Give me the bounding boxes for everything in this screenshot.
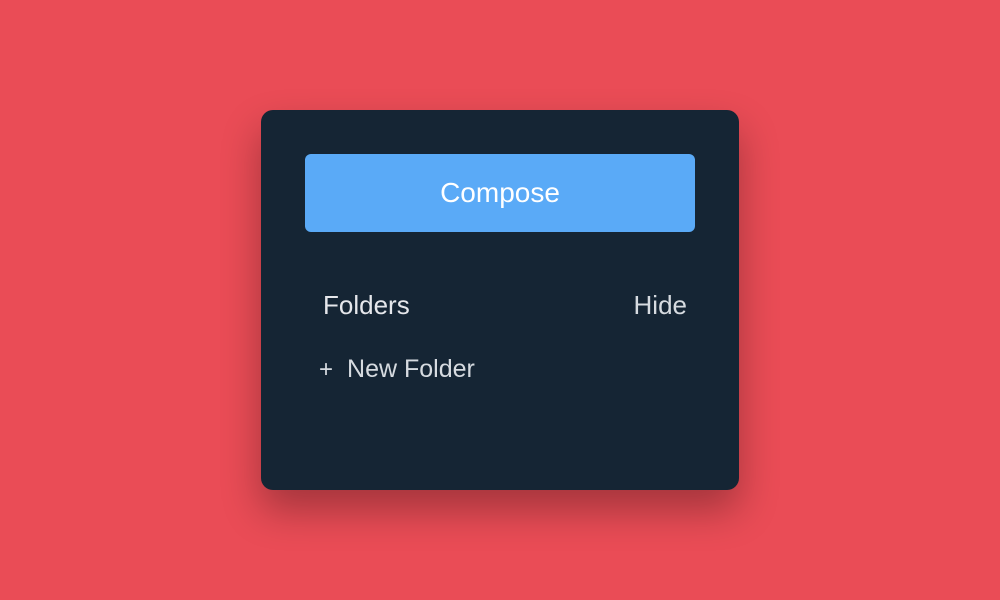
folder-panel: Compose Folders Hide + New Folder [261, 110, 739, 490]
compose-button[interactable]: Compose [305, 154, 695, 232]
new-folder-label: New Folder [347, 355, 475, 384]
new-folder-button[interactable]: + New Folder [305, 355, 695, 384]
hide-button[interactable]: Hide [634, 290, 687, 321]
folders-label: Folders [323, 290, 410, 321]
folders-header: Folders Hide [305, 290, 695, 321]
plus-icon: + [319, 358, 333, 382]
